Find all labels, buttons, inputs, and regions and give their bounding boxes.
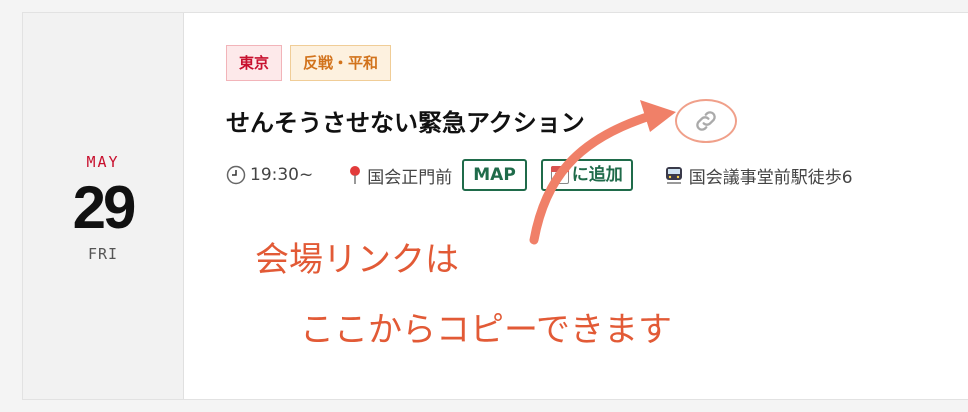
copy-link-button[interactable]	[675, 99, 737, 143]
link-icon	[696, 111, 716, 131]
event-day: 29	[72, 174, 137, 241]
event-meta: 19:30~ 国会正門前 MAP 17 に追加 国会議事堂前駅徒歩6	[226, 159, 853, 191]
clock-icon	[226, 165, 246, 185]
map-pin-icon	[350, 166, 361, 184]
event-month: MAY	[86, 153, 120, 171]
map-button[interactable]: MAP	[462, 159, 527, 191]
annotation-line-2: ここからコピーできます	[300, 310, 672, 350]
annotation-line-1: 会場リンクは	[255, 240, 459, 280]
date-column: MAY 29 FRI	[23, 13, 184, 399]
tag-category[interactable]: 反戦・平和	[290, 45, 392, 81]
tag-list: 東京 反戦・平和	[226, 45, 392, 81]
tag-region[interactable]: 東京	[226, 45, 283, 81]
event-venue-text: 国会正門前	[367, 167, 453, 188]
add-to-calendar-label: に追加	[571, 165, 623, 185]
calendar-icon: 17	[550, 166, 569, 184]
event-time: 19:30~	[226, 165, 313, 185]
add-to-calendar-button[interactable]: 17 に追加	[540, 159, 633, 191]
event-access: 国会議事堂前駅徒歩6	[663, 163, 853, 188]
event-weekday: FRI	[87, 245, 119, 263]
train-icon	[665, 167, 682, 184]
event-access-text: 国会議事堂前駅徒歩6	[688, 167, 853, 188]
event-venue: 国会正門前	[347, 163, 452, 188]
event-title[interactable]: せんそうさせない緊急アクション	[226, 103, 585, 138]
event-time-text: 19:30~	[250, 165, 314, 185]
